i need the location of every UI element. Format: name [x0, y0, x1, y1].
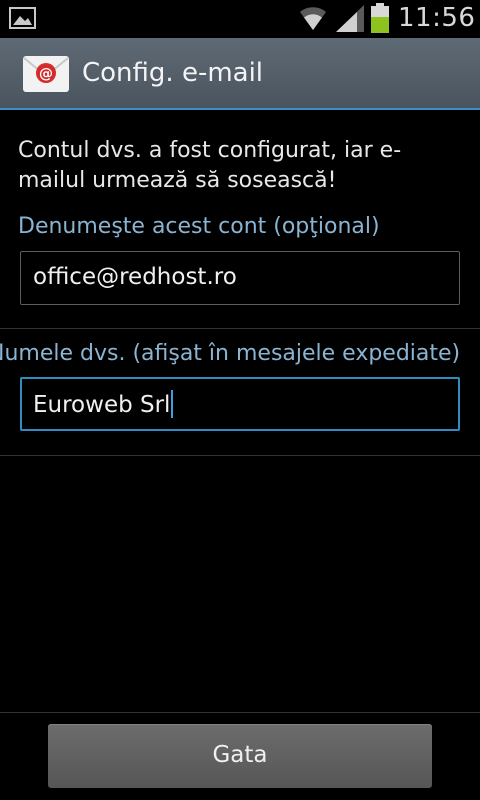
battery-icon: [371, 3, 389, 33]
done-button[interactable]: Gata: [48, 724, 432, 788]
svg-text:@: @: [39, 66, 53, 82]
text-cursor: [171, 390, 174, 418]
wifi-icon: [300, 7, 326, 31]
page-title: Config. e-mail: [82, 58, 264, 88]
email-setup-screen: 11:56 @ Config. e-mail Contul dvs. a fos…: [0, 0, 480, 800]
sender-name-value: Euroweb Srl: [33, 392, 171, 418]
account-name-value: office@redhost.ro: [33, 264, 237, 290]
account-name-label: Denumeşte acest cont (opţional): [18, 214, 380, 239]
sender-name-field[interactable]: Euroweb Srl: [20, 377, 460, 431]
footer-divider: [0, 712, 480, 713]
account-name-field[interactable]: office@redhost.ro: [20, 251, 460, 305]
title-bar: @ Config. e-mail: [0, 38, 480, 110]
signal-icon: [336, 5, 364, 32]
status-bar: 11:56: [0, 0, 480, 38]
image-notification-icon: [9, 7, 36, 29]
email-app-icon: @: [23, 56, 69, 92]
setup-complete-message: Contul dvs. a fost configurat, iar e-mai…: [18, 138, 402, 193]
sender-name-text: Euroweb Srl: [33, 390, 174, 418]
sender-name-label: Numele dvs. (afişat în mesajele expediat…: [0, 341, 461, 366]
divider: [0, 455, 480, 456]
divider: [0, 328, 480, 329]
status-time: 11:56: [398, 3, 476, 33]
